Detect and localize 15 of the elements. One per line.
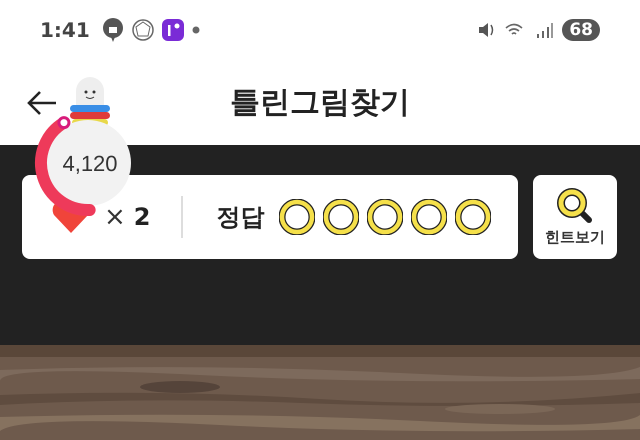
back-icon[interactable]	[26, 90, 58, 116]
multiply-sign: ×	[104, 202, 126, 232]
signal-icon	[536, 21, 554, 39]
lives-count: 2	[134, 203, 150, 231]
status-time: 1:41	[40, 18, 90, 42]
gem-icon	[132, 19, 154, 41]
battery-level: 68	[562, 19, 600, 41]
app-icon	[162, 19, 184, 41]
answers-label: 정답	[216, 202, 264, 233]
page-title: 틀린그림찾기	[230, 84, 410, 122]
dot-icon	[192, 26, 200, 34]
chat-bubble-icon	[102, 18, 124, 42]
hint-button[interactable]: 힌트보기	[533, 175, 617, 259]
magnifier-icon	[557, 188, 593, 224]
score-points: 4,120	[62, 151, 118, 176]
